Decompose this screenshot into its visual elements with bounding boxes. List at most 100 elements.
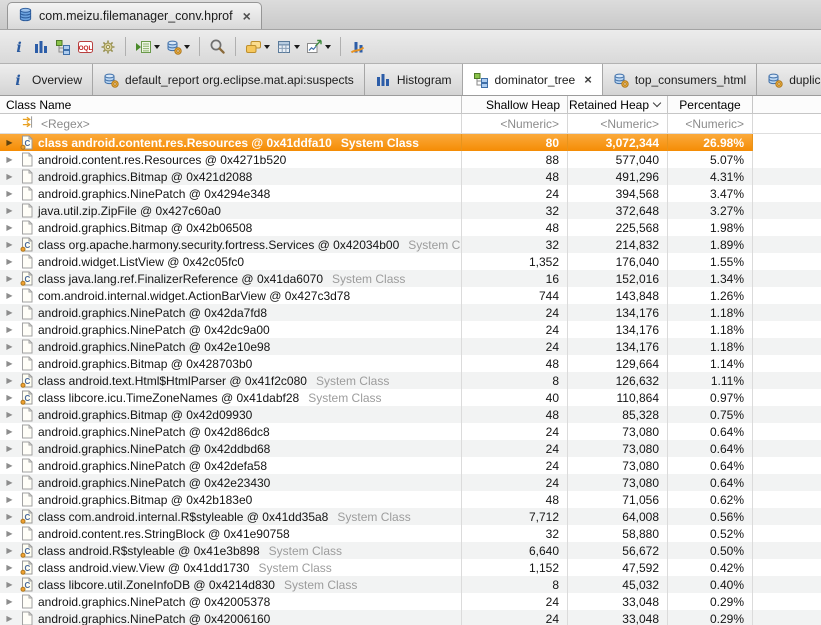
object-icon bbox=[20, 305, 34, 320]
percentage-cell: 1.18% bbox=[668, 321, 753, 338]
table-row[interactable]: ▶Cclass libcore.util.ZoneInfoDB @ 0x4214… bbox=[0, 576, 821, 593]
table-row[interactable]: ▶Cclass android.text.Html$HtmlParser @ 0… bbox=[0, 372, 821, 389]
expand-arrow-icon[interactable]: ▶ bbox=[3, 444, 16, 453]
shallow-heap-cell: 24 bbox=[462, 593, 568, 610]
table-row[interactable]: ▶Cclass java.lang.ref.FinalizerReference… bbox=[0, 270, 821, 287]
table-row[interactable]: ▶android.graphics.NinePatch @ 0x4294e348… bbox=[0, 185, 821, 202]
expand-arrow-icon[interactable]: ▶ bbox=[3, 597, 16, 606]
toolbar-button-calculator[interactable] bbox=[273, 36, 303, 58]
table-row[interactable]: ▶Cclass android.view.View @ 0x41dd1730Sy… bbox=[0, 559, 821, 576]
shallow-heap-cell: 1,352 bbox=[462, 253, 568, 270]
expand-arrow-icon[interactable]: ▶ bbox=[3, 240, 16, 249]
toolbar-button-group-by[interactable] bbox=[242, 36, 273, 58]
expand-arrow-icon[interactable]: ▶ bbox=[3, 291, 16, 300]
close-icon[interactable]: × bbox=[243, 10, 251, 22]
expand-arrow-icon[interactable]: ▶ bbox=[3, 410, 16, 419]
expand-arrow-icon[interactable]: ▶ bbox=[3, 274, 16, 283]
table-row[interactable]: ▶Cclass libcore.icu.TimeZoneNames @ 0x41… bbox=[0, 389, 821, 406]
table-row[interactable]: ▶Cclass android.R$styleable @ 0x41e3b898… bbox=[0, 542, 821, 559]
expand-arrow-icon[interactable]: ▶ bbox=[3, 342, 16, 351]
expand-arrow-icon[interactable]: ▶ bbox=[3, 495, 16, 504]
table-row[interactable]: ▶android.graphics.Bitmap @ 0x42d09930488… bbox=[0, 406, 821, 423]
table-row[interactable]: ▶android.graphics.NinePatch @ 0x42006160… bbox=[0, 610, 821, 625]
table-row[interactable]: ▶Cclass com.android.internal.R$styleable… bbox=[0, 508, 821, 525]
table-row[interactable]: ▶android.graphics.Bitmap @ 0x42b183e0487… bbox=[0, 491, 821, 508]
table-row[interactable]: ▶android.graphics.Bitmap @ 0x42b06508482… bbox=[0, 219, 821, 236]
table-row[interactable]: ▶android.graphics.NinePatch @ 0x42defa58… bbox=[0, 457, 821, 474]
toolbar-button-dominator-tree[interactable] bbox=[52, 36, 74, 58]
expand-arrow-icon[interactable]: ▶ bbox=[3, 563, 16, 572]
expand-arrow-icon[interactable]: ▶ bbox=[3, 580, 16, 589]
table-row[interactable]: ▶android.graphics.NinePatch @ 0x42dc9a00… bbox=[0, 321, 821, 338]
expand-arrow-icon[interactable]: ▶ bbox=[3, 308, 16, 317]
toolbar-button-compare[interactable] bbox=[347, 36, 369, 58]
expand-arrow-icon[interactable]: ▶ bbox=[3, 359, 16, 368]
view-tab-duplicate_classes[interactable]: duplicate_classes bbox=[757, 64, 821, 95]
expand-arrow-icon[interactable]: ▶ bbox=[3, 427, 16, 436]
toolbar-button-histogram[interactable] bbox=[30, 36, 52, 58]
expand-arrow-icon[interactable]: ▶ bbox=[3, 223, 16, 232]
table-row[interactable]: ▶android.content.res.StringBlock @ 0x41e… bbox=[0, 525, 821, 542]
dropdown-arrow-icon[interactable] bbox=[184, 45, 190, 52]
toolbar-button-expert-report[interactable] bbox=[132, 36, 163, 58]
expand-arrow-icon[interactable]: ▶ bbox=[3, 325, 16, 334]
expand-arrow-icon[interactable]: ▶ bbox=[3, 172, 16, 181]
column-header-shallow-heap[interactable]: Shallow Heap bbox=[462, 96, 568, 113]
view-tab-default_report[interactable]: default_report org.eclipse.mat.api:suspe… bbox=[93, 64, 365, 95]
expand-arrow-icon[interactable]: ▶ bbox=[3, 461, 16, 470]
toolbar-button-oql[interactable]: OQL bbox=[74, 36, 97, 58]
expand-arrow-icon[interactable]: ▶ bbox=[3, 529, 16, 538]
object-icon bbox=[20, 611, 34, 625]
table-row[interactable]: ▶com.android.internal.widget.ActionBarVi… bbox=[0, 287, 821, 304]
table-row[interactable]: ▶android.graphics.Bitmap @ 0x421d2088484… bbox=[0, 168, 821, 185]
retained-heap-filter-field[interactable]: <Numeric> bbox=[568, 114, 668, 133]
expand-arrow-icon[interactable]: ▶ bbox=[3, 478, 16, 487]
table-row[interactable]: ▶android.graphics.NinePatch @ 0x42e23430… bbox=[0, 474, 821, 491]
toolbar-button-search[interactable] bbox=[206, 35, 229, 58]
close-icon[interactable]: × bbox=[584, 75, 592, 85]
expand-arrow-icon[interactable]: ▶ bbox=[3, 189, 16, 198]
table-row[interactable]: ▶android.widget.ListView @ 0x42c05fc01,3… bbox=[0, 253, 821, 270]
table-row[interactable]: ▶android.graphics.NinePatch @ 0x42da7fd8… bbox=[0, 304, 821, 321]
toolbar-button-info[interactable]: i bbox=[8, 36, 30, 58]
table-row[interactable]: ▶android.content.res.Resources @ 0x4271b… bbox=[0, 151, 821, 168]
column-header-class-name[interactable]: Class Name bbox=[0, 96, 462, 113]
expand-arrow-icon[interactable]: ▶ bbox=[3, 138, 16, 147]
view-tab-dominator_tree[interactable]: dominator_tree× bbox=[463, 64, 603, 95]
regex-filter-field[interactable]: <Regex> bbox=[0, 114, 462, 133]
dropdown-arrow-icon[interactable] bbox=[325, 45, 331, 52]
view-tab-top_consumers_html[interactable]: top_consumers_html bbox=[603, 64, 757, 95]
table-row[interactable]: ▶android.graphics.Bitmap @ 0x428703b0481… bbox=[0, 355, 821, 372]
column-header-retained-heap[interactable]: Retained Heap bbox=[568, 96, 668, 113]
table-row[interactable]: ▶android.graphics.NinePatch @ 0x42e10e98… bbox=[0, 338, 821, 355]
editor-tab-hprof[interactable]: com.meizu.filemanager_conv.hprof × bbox=[7, 2, 262, 29]
expand-arrow-icon[interactable]: ▶ bbox=[3, 206, 16, 215]
expand-arrow-icon[interactable]: ▶ bbox=[3, 257, 16, 266]
table-row[interactable]: ▶Cclass android.content.res.Resources @ … bbox=[0, 134, 821, 151]
table-row[interactable]: ▶android.graphics.NinePatch @ 0x42d86dc8… bbox=[0, 423, 821, 440]
expand-arrow-icon[interactable]: ▶ bbox=[3, 155, 16, 164]
table-row[interactable]: ▶java.util.zip.ZipFile @ 0x427c60a032372… bbox=[0, 202, 821, 219]
shallow-heap-filter-field[interactable]: <Numeric> bbox=[462, 114, 568, 133]
class-name-cell: ▶android.graphics.Bitmap @ 0x428703b0 bbox=[0, 355, 462, 372]
toolbar-button-query-browser[interactable] bbox=[163, 36, 193, 58]
toolbar-button-export[interactable] bbox=[303, 36, 334, 58]
view-tab-histogram[interactable]: Histogram bbox=[365, 64, 463, 95]
expand-arrow-icon[interactable]: ▶ bbox=[3, 546, 16, 555]
view-tab-overview[interactable]: iOverview bbox=[0, 64, 93, 95]
dropdown-arrow-icon[interactable] bbox=[294, 45, 300, 52]
table-row[interactable]: ▶android.graphics.NinePatch @ 0x42005378… bbox=[0, 593, 821, 610]
expand-arrow-icon[interactable]: ▶ bbox=[3, 512, 16, 521]
expand-arrow-icon[interactable]: ▶ bbox=[3, 393, 16, 402]
dropdown-arrow-icon[interactable] bbox=[154, 45, 160, 52]
toolbar-button-gear[interactable] bbox=[97, 36, 119, 58]
view-tab-bar: iOverviewdefault_report org.eclipse.mat.… bbox=[0, 64, 821, 96]
percentage-filter-field[interactable]: <Numeric> bbox=[668, 114, 753, 133]
expand-arrow-icon[interactable]: ▶ bbox=[3, 376, 16, 385]
table-row[interactable]: ▶android.graphics.NinePatch @ 0x42ddbd68… bbox=[0, 440, 821, 457]
calculator-icon bbox=[276, 39, 292, 55]
column-header-percentage[interactable]: Percentage bbox=[668, 96, 753, 113]
dropdown-arrow-icon[interactable] bbox=[264, 45, 270, 52]
expand-arrow-icon[interactable]: ▶ bbox=[3, 614, 16, 623]
table-row[interactable]: ▶Cclass org.apache.harmony.security.fort… bbox=[0, 236, 821, 253]
